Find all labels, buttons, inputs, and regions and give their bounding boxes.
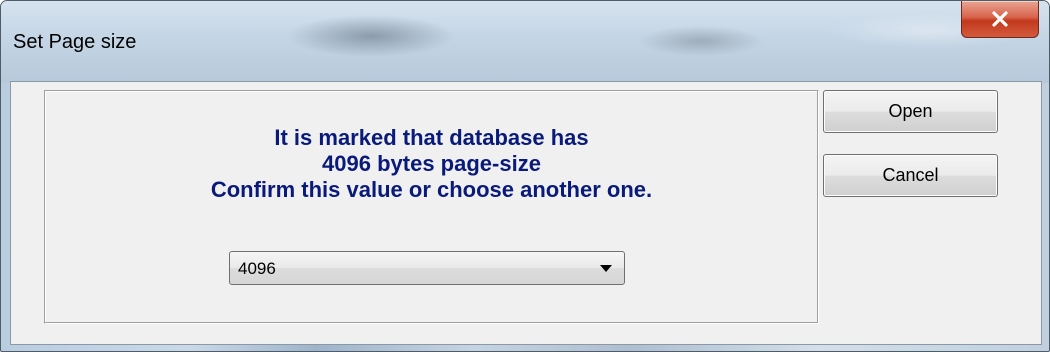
page-size-selected-value: 4096 <box>238 259 276 278</box>
message-line-2: 4096 bytes page-size <box>322 151 541 176</box>
close-button[interactable] <box>961 1 1039 38</box>
prompt-message: It is marked that database has 4096 byte… <box>45 125 818 203</box>
message-line-1: It is marked that database has <box>274 125 589 150</box>
title-bar[interactable]: Set Page size <box>1 1 1049 83</box>
close-icon <box>992 11 1008 27</box>
open-button[interactable]: Open <box>823 90 998 133</box>
message-group-box: It is marked that database has 4096 byte… <box>44 90 819 324</box>
dialog-window: Set Page size It is marked that database… <box>0 0 1050 352</box>
window-title: Set Page size <box>13 31 137 53</box>
message-line-3: Confirm this value or choose another one… <box>210 177 653 202</box>
chevron-down-icon[interactable] <box>600 265 612 272</box>
dialog-client-area: It is marked that database has 4096 byte… <box>10 81 1042 345</box>
cancel-button[interactable]: Cancel <box>823 154 998 197</box>
page-size-dropdown[interactable]: 4096 <box>229 251 625 285</box>
